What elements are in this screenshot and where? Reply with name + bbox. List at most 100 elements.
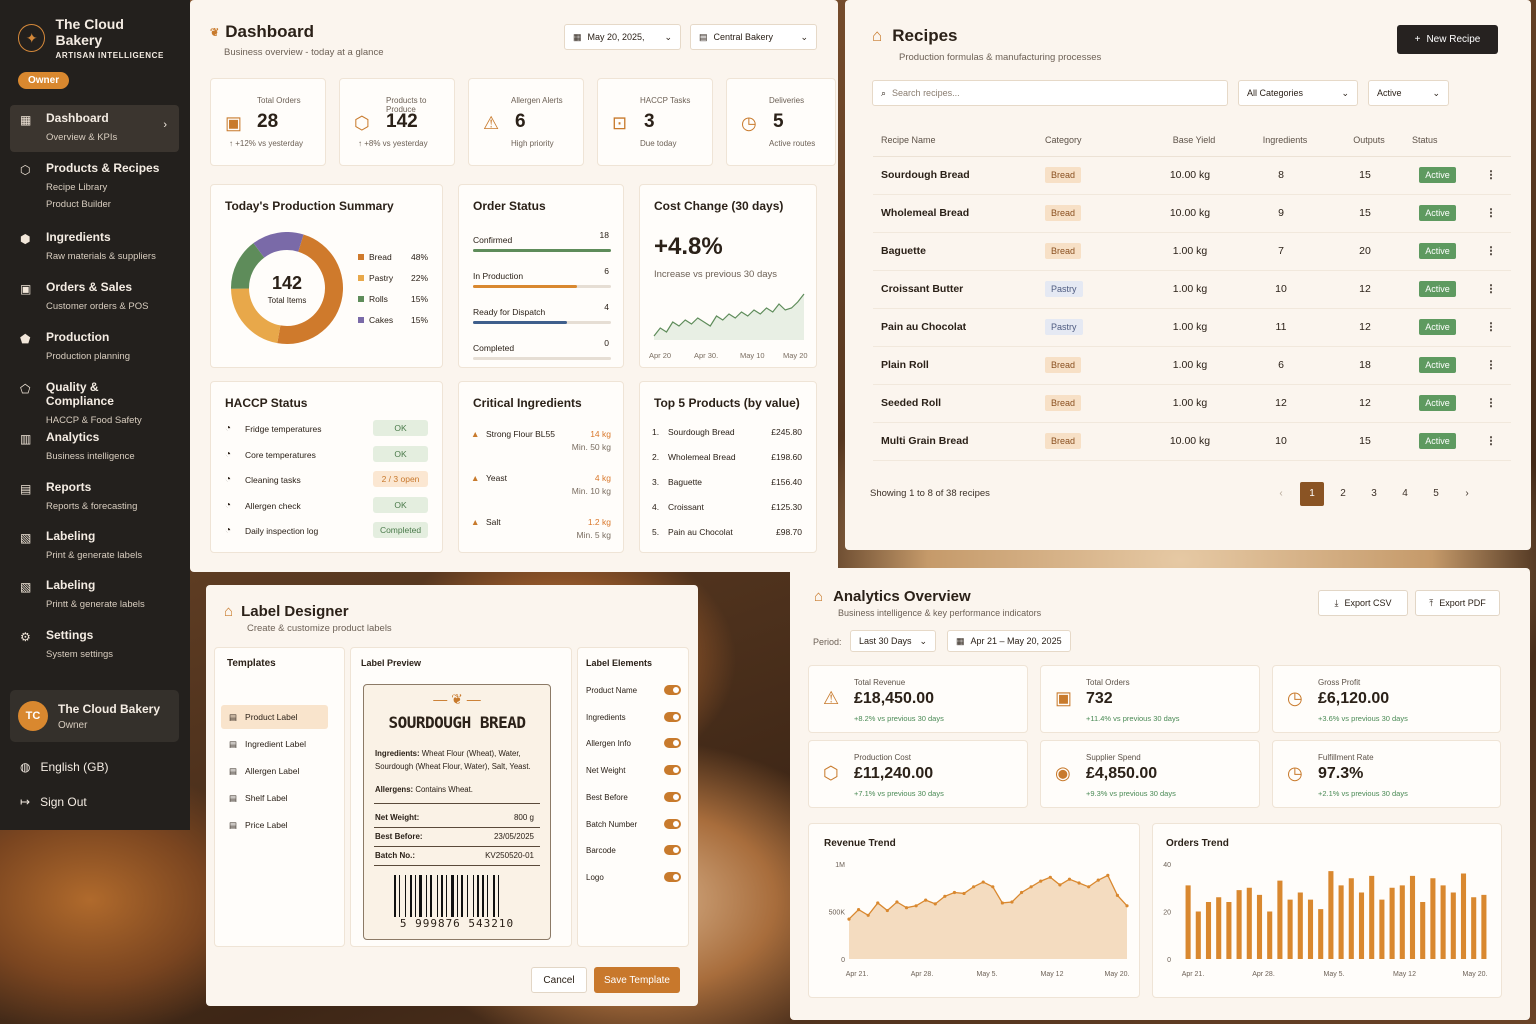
template-item[interactable]: ▤ Price Label	[221, 813, 328, 837]
card-title: Order Status	[473, 199, 546, 213]
product-rank: 5.	[652, 527, 660, 537]
label-element-toggle[interactable]	[664, 845, 681, 856]
label-element-toggle[interactable]	[664, 685, 681, 695]
label-element-toggle[interactable]	[664, 765, 681, 776]
user-card[interactable]: TC The Cloud Bakery Owner	[10, 690, 179, 742]
page-button-3[interactable]: 3	[1362, 482, 1386, 506]
label-element-toggle[interactable]	[664, 738, 681, 749]
nav-item-dashboard[interactable]: ▦ Dashboard Overview & KPIs ›	[10, 105, 179, 152]
page-button-2[interactable]: 2	[1331, 482, 1355, 506]
orders-y-tick: 0	[1167, 957, 1171, 964]
nav-item-settings[interactable]: ⚙ Settings System settings	[10, 622, 179, 669]
nav-item-labeling[interactable]: ▧ Labeling Print & generate labels	[10, 523, 179, 570]
column-header[interactable]: Outputs	[1326, 124, 1404, 157]
column-header[interactable]: Status	[1404, 124, 1471, 157]
location-select[interactable]: ▤ Central Bakery ⌄	[690, 24, 817, 50]
template-label: Price Label	[245, 820, 288, 830]
template-item[interactable]: ▤ Shelf Label	[221, 786, 328, 810]
column-header[interactable]: Category	[1037, 124, 1144, 157]
date-range-picker[interactable]: ▦ Apr 21 – May 20, 2025	[947, 630, 1071, 652]
haccp-item-label: Cleaning tasks	[245, 475, 301, 485]
nav-title: Analytics	[46, 430, 100, 444]
date-picker[interactable]: ▦ May 20, 2025, ⌄	[564, 24, 681, 50]
kpi-card[interactable]: ◷ Deliveries 5 Active routes	[726, 78, 836, 166]
nav-item-products-recipes[interactable]: ⬡ Products & Recipes Recipe Library Product…	[10, 155, 179, 219]
export-pdf-button[interactable]: ⤒ Export PDF	[1415, 590, 1500, 616]
next-page-button[interactable]: ›	[1455, 482, 1479, 506]
nav-subitem[interactable]: Product Builder	[46, 196, 159, 213]
kpi-card[interactable]: ⚠ Allergen Alerts 6 High priority	[468, 78, 584, 166]
label-element-toggle[interactable]	[664, 871, 681, 882]
order-status-bar	[473, 321, 611, 324]
analytics-kpi-card[interactable]: ⬡ Production Cost £11,240.00 +7.1% vs previ…	[808, 740, 1028, 808]
label-element-name: Allergen Info	[586, 739, 631, 749]
nav-item-reports[interactable]: ▤ Reports Reports & forecasting	[10, 474, 179, 521]
nav-item-analytics[interactable]: ▥ Analytics Business intelligence	[10, 424, 179, 471]
template-item[interactable]: ▤ Product Label	[221, 705, 328, 729]
language-selector[interactable]: ◍ English (GB)	[20, 760, 109, 774]
template-item[interactable]: ▤ Ingredient Label	[221, 732, 328, 756]
analytics-kpi-card[interactable]: ◷ Fulfillment Rate 97.3% +2.1% vs previous …	[1272, 740, 1501, 808]
nav-item-orders-sales[interactable]: ▣ Orders & Sales Customer orders & POS	[10, 274, 179, 321]
more-options-icon[interactable]: ⋮	[1471, 346, 1511, 385]
column-header[interactable]: Ingredients	[1236, 124, 1326, 157]
column-header[interactable]: Base Yield	[1144, 124, 1236, 157]
save-template-button[interactable]: Save Template	[594, 967, 680, 993]
legend-label: Pastry	[369, 273, 394, 283]
table-row[interactable]: Plain Roll Bread 1.00 kg 6 18 Active ⋮	[873, 346, 1511, 385]
cancel-button[interactable]: Cancel	[531, 967, 587, 993]
column-header[interactable]: Recipe Name	[873, 124, 1037, 157]
table-row[interactable]: Wholemeal Bread Bread 10.00 kg 9 15 Active ⋮	[873, 194, 1511, 233]
category-filter[interactable]: All Categories ⌄	[1238, 80, 1358, 106]
search-input[interactable]: ⌕ Search recipes...	[872, 80, 1228, 106]
more-options-icon[interactable]: ⋮	[1471, 194, 1511, 233]
card-title: Today's Production Summary	[225, 199, 394, 213]
new-recipe-button[interactable]: + New Recipe	[1397, 25, 1498, 54]
table-row[interactable]: Seeded Roll Bread 1.00 kg 12 12 Active ⋮	[873, 384, 1511, 423]
templates-title: Templates	[227, 658, 276, 669]
more-options-icon[interactable]: ⋮	[1471, 156, 1511, 195]
kpi-label: Production Cost	[854, 753, 911, 762]
label-element-toggle[interactable]	[664, 818, 681, 829]
prev-page-button[interactable]: ‹	[1269, 482, 1293, 506]
analytics-kpi-card[interactable]: ▣ Total Orders 732 +11.4% vs previous 30 da…	[1040, 665, 1260, 733]
nav-item-labeling[interactable]: ▧ Labeling Printt & generate labels	[10, 572, 179, 619]
nav-item-production[interactable]: ⬟ Production Production planning	[10, 324, 179, 371]
table-row[interactable]: Croissant Butter Pastry 1.00 kg 10 12 Active ⋮	[873, 270, 1511, 309]
label-element-toggle[interactable]	[664, 711, 681, 722]
more-options-icon[interactable]: ⋮	[1471, 270, 1511, 309]
template-item[interactable]: ▤ Allergen Label	[221, 759, 328, 783]
sign-out-button[interactable]: ↦ Sign Out	[20, 795, 87, 809]
revenue-area-chart: 1M 500K 0Apr 21. Apr 28. May 5. May 12 May 20.	[829, 862, 1130, 978]
more-options-icon[interactable]: ⋮	[1471, 308, 1511, 347]
analytics-kpi-card[interactable]: ◷ Gross Profit £6,120.00 +3.6% vs previous …	[1272, 665, 1501, 733]
barcode	[394, 875, 499, 917]
status-filter[interactable]: Active ⌄	[1368, 80, 1449, 106]
period-select[interactable]: Last 30 Days ⌄	[850, 630, 936, 652]
table-row[interactable]: Baguette Bread 1.00 kg 7 20 Active ⋮	[873, 232, 1511, 271]
table-row[interactable]: Multi Grain Bread Bread 10.00 kg 10 15 Active…	[873, 422, 1511, 461]
label-element-toggle[interactable]	[664, 791, 681, 802]
export-csv-button[interactable]: ⤓ Export CSV	[1318, 590, 1408, 616]
page-button-4[interactable]: 4	[1393, 482, 1417, 506]
kpi-note: +9.3% vs previous 30 days	[1086, 789, 1176, 798]
page-button-1[interactable]: 1	[1300, 482, 1324, 506]
page-button-5[interactable]: 5	[1424, 482, 1448, 506]
haccp-status-badge: 2 / 3 open	[373, 471, 428, 487]
kpi-card[interactable]: ▣ Total Orders 28 ↑ +12% vs yesterday	[210, 78, 326, 166]
analytics-kpi-card[interactable]: ◉ Supplier Spend £4,850.00 +9.3% vs previou…	[1040, 740, 1260, 808]
kpi-note: ↑ +12% vs yesterday	[229, 139, 304, 148]
divider	[374, 846, 540, 847]
analytics-kpi-card[interactable]: ⚠ Total Revenue £18,450.00 +8.2% vs previou…	[808, 665, 1028, 733]
nav-subitem[interactable]: Recipe Library	[46, 179, 159, 196]
nav-item-ingredients[interactable]: ⬢ Ingredients Raw materials & suppliers	[10, 224, 179, 271]
revenue-point	[885, 908, 889, 913]
kpi-card[interactable]: ⊡ HACCP Tasks 3 Due today	[597, 78, 713, 166]
more-options-icon[interactable]: ⋮	[1471, 422, 1511, 461]
table-row[interactable]: Pain au Chocolat Pastry 1.00 kg 11 12 Active ⋮	[873, 308, 1511, 347]
more-options-icon[interactable]: ⋮	[1471, 232, 1511, 271]
table-row[interactable]: Sourdough Bread Bread 10.00 kg 8 15 Active ⋮	[873, 156, 1511, 195]
kpi-card[interactable]: ⬡ Products to Produce 142 ↑ +8% vs yesterda…	[339, 78, 455, 166]
nav-title: Production	[46, 330, 110, 344]
more-options-icon[interactable]: ⋮	[1471, 384, 1511, 423]
